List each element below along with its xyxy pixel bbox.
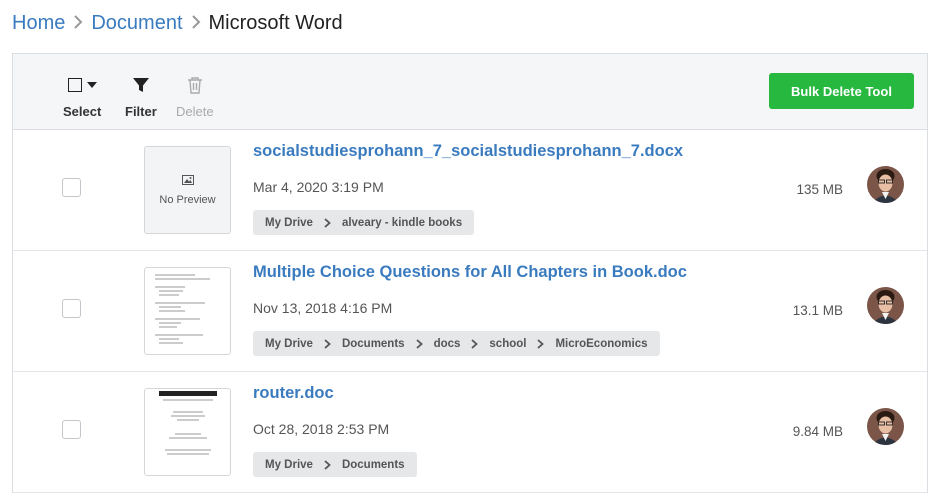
select-dropdown-button[interactable]: Select — [63, 74, 101, 119]
file-row: router.doc Oct 28, 2018 2:53 PM My Drive… — [13, 372, 927, 493]
no-preview-label: No Preview — [159, 193, 216, 206]
filter-icon — [132, 74, 150, 96]
delete-label: Delete — [176, 104, 214, 119]
file-thumbnail[interactable] — [144, 267, 231, 355]
file-path: My Drive Documents — [253, 452, 417, 477]
bulk-delete-tool-button[interactable]: Bulk Delete Tool — [769, 73, 914, 109]
file-list-panel: Select Filter Delete Bulk Delete Tool No… — [12, 53, 928, 493]
file-thumbnail[interactable] — [144, 388, 231, 476]
file-size: 135 MB — [796, 182, 843, 197]
checkbox-icon — [67, 78, 82, 92]
breadcrumb-document-link[interactable]: Document — [91, 12, 182, 35]
chevron-right-icon — [324, 338, 331, 349]
chevron-right-icon — [73, 13, 83, 34]
path-segment[interactable]: alveary - kindle books — [342, 217, 462, 229]
trash-icon — [187, 74, 203, 96]
file-name-link[interactable]: socialstudiesprohann_7_socialstudiesproh… — [253, 142, 683, 161]
breadcrumb: Home Document Microsoft Word — [12, 10, 343, 36]
breadcrumb-home-link[interactable]: Home — [12, 12, 65, 35]
path-segment[interactable]: school — [489, 338, 526, 350]
chevron-right-icon — [415, 338, 423, 349]
page-title: Microsoft Word — [208, 11, 343, 34]
row-checkbox[interactable] — [62, 299, 81, 318]
chevron-right-icon — [191, 13, 201, 34]
select-label: Select — [63, 104, 102, 119]
file-date: Nov 13, 2018 4:16 PM — [253, 300, 393, 316]
file-thumbnail[interactable]: No Preview — [144, 146, 231, 234]
image-icon — [181, 174, 194, 188]
file-name-link[interactable]: Multiple Choice Questions for All Chapte… — [253, 263, 687, 282]
row-checkbox[interactable] — [62, 420, 81, 439]
file-name-link[interactable]: router.doc — [253, 384, 334, 403]
path-segment[interactable]: MicroEconomics — [555, 338, 647, 350]
file-size: 9.84 MB — [792, 424, 843, 439]
toolbar: Select Filter Delete Bulk Delete Tool — [13, 54, 927, 130]
path-segment[interactable]: Documents — [342, 459, 405, 471]
file-path: My Drive alveary - kindle books — [253, 210, 475, 235]
file-date: Mar 4, 2020 3:19 PM — [253, 179, 384, 195]
file-row: Multiple Choice Questions for All Chapte… — [13, 251, 927, 372]
chevron-right-icon — [324, 459, 331, 470]
path-segment[interactable]: docs — [434, 338, 461, 350]
chevron-right-icon — [537, 338, 545, 349]
owner-avatar[interactable] — [867, 166, 904, 203]
chevron-right-icon — [471, 338, 479, 349]
path-segment[interactable]: My Drive — [265, 459, 313, 471]
path-segment[interactable]: My Drive — [265, 338, 313, 350]
file-date: Oct 28, 2018 2:53 PM — [253, 421, 390, 437]
file-path: My Drive Documents docs school MicroEcon… — [253, 331, 660, 356]
chevron-right-icon — [324, 217, 331, 228]
owner-avatar[interactable] — [867, 287, 904, 324]
path-segment[interactable]: Documents — [342, 338, 405, 350]
filter-label: Filter — [125, 104, 157, 119]
delete-button[interactable]: Delete — [176, 74, 214, 119]
file-size: 13.1 MB — [792, 303, 843, 318]
path-segment[interactable]: My Drive — [265, 217, 313, 229]
row-checkbox[interactable] — [62, 178, 81, 197]
file-row: No Preview socialstudiesprohann_7_social… — [13, 130, 927, 251]
owner-avatar[interactable] — [867, 408, 904, 445]
filter-button[interactable]: Filter — [125, 74, 157, 119]
caret-down-icon — [86, 82, 97, 88]
